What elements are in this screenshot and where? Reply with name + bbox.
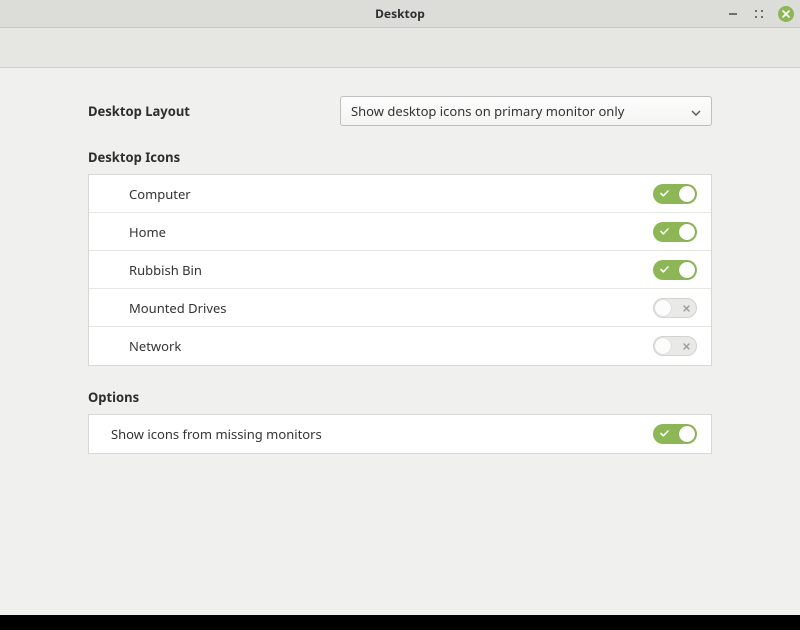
toggle-knob [679, 186, 695, 202]
toggle-mounted-drives[interactable] [653, 298, 697, 318]
content: Desktop Layout Show desktop icons on pri… [0, 68, 800, 615]
x-icon [683, 339, 690, 353]
desktop-layout-selected: Show desktop icons on primary monitor on… [351, 102, 624, 120]
options-list: Show icons from missing monitors [88, 414, 712, 454]
row-label: Show icons from missing monitors [111, 425, 322, 443]
list-row: Home [89, 213, 711, 251]
check-icon [660, 427, 669, 441]
section-desktop-icons: Desktop Icons [88, 148, 712, 166]
toggle-show-icons-from-missing-monitors[interactable] [653, 424, 697, 444]
check-icon [660, 225, 669, 239]
list-row: Computer [89, 175, 711, 213]
toggle-home[interactable] [653, 222, 697, 242]
titlebar: Desktop [0, 0, 800, 28]
toggle-knob [679, 426, 695, 442]
row-label: Network [129, 337, 181, 355]
window-title: Desktop [375, 5, 425, 22]
toggle-knob [655, 338, 671, 354]
row-label: Computer [129, 185, 191, 203]
section-options: Options [88, 388, 712, 406]
check-icon [660, 187, 669, 201]
desktop-layout-row: Desktop Layout Show desktop icons on pri… [88, 96, 712, 126]
toggle-rubbish-bin[interactable] [653, 260, 697, 280]
toggle-knob [679, 224, 695, 240]
desktop-layout-label: Desktop Layout [88, 102, 308, 120]
toggle-network[interactable] [653, 336, 697, 356]
row-label: Rubbish Bin [129, 261, 202, 279]
desktop-icons-list: Computer Home Rubbish Bin Mounted Drives Net… [88, 174, 712, 366]
desktop-layout-combobox[interactable]: Show desktop icons on primary monitor on… [340, 96, 712, 126]
window: Desktop Deskto [0, 0, 800, 615]
row-label: Mounted Drives [129, 299, 227, 317]
toggle-computer[interactable] [653, 184, 697, 204]
check-icon [660, 263, 669, 277]
list-row: Mounted Drives [89, 289, 711, 327]
row-label: Home [129, 223, 166, 241]
x-icon [683, 301, 690, 315]
toggle-knob [655, 300, 671, 316]
window-controls [726, 0, 794, 27]
chevron-down-icon [691, 102, 701, 120]
maximize-button[interactable] [752, 7, 766, 21]
toggle-knob [679, 262, 695, 278]
close-button[interactable] [778, 6, 794, 22]
list-row: Network [89, 327, 711, 365]
list-row: Rubbish Bin [89, 251, 711, 289]
minimize-button[interactable] [726, 7, 740, 21]
list-row: Show icons from missing monitors [89, 415, 711, 453]
toolbar [0, 28, 800, 68]
